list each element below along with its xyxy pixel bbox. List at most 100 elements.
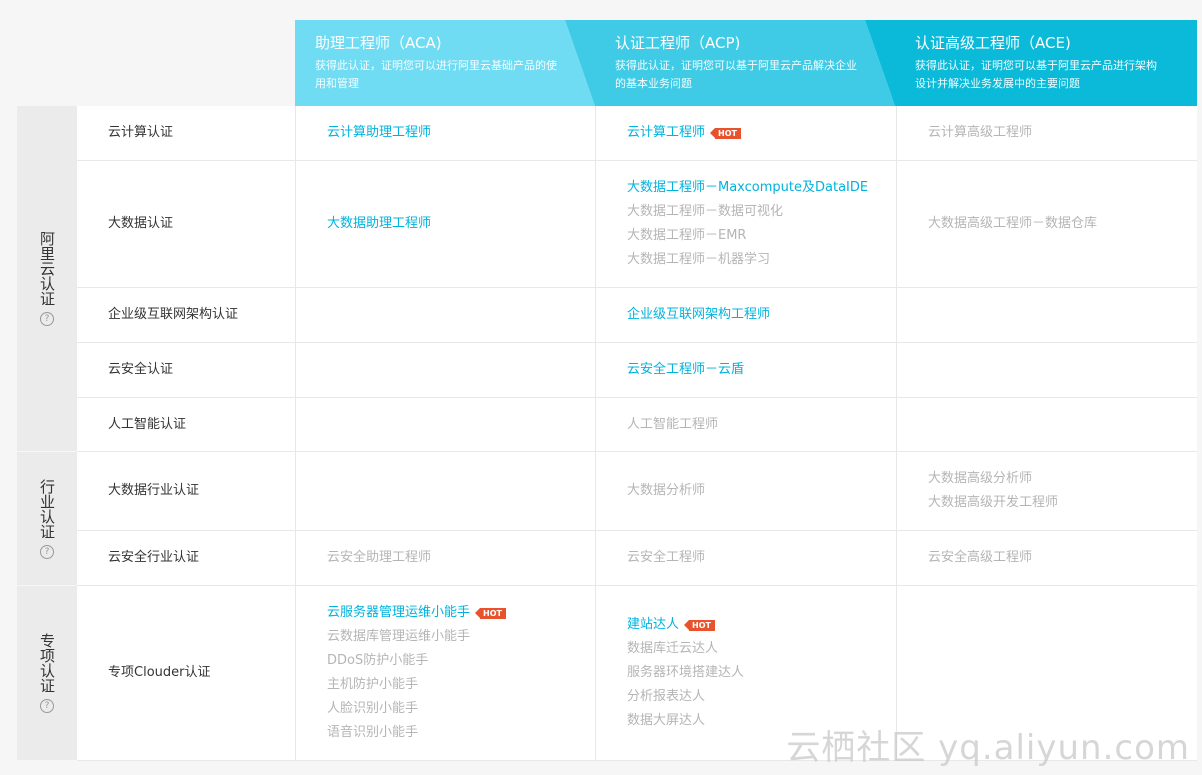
- cert-label-disabled: 大数据高级开发工程师: [928, 495, 1059, 510]
- hot-badge: HOT: [475, 607, 506, 619]
- cell-acp: 大数据分析师: [596, 452, 897, 530]
- cert-item: 云安全高级工程师: [928, 546, 1197, 570]
- cert-item[interactable]: 云服务器管理运维小能手 HOT: [327, 601, 595, 625]
- cell-ace: [897, 398, 1197, 451]
- cert-label-disabled: 云计算高级工程师: [928, 125, 1033, 140]
- cert-item[interactable]: 建站达人 HOT: [627, 613, 896, 637]
- level-header: 助理工程师（ACA) 获得此认证，证明您可以进行阿里云基础产品的使用和管理 认证…: [295, 20, 1197, 106]
- help-icon[interactable]: ?: [40, 699, 54, 713]
- cert-label-disabled: 大数据分析师: [627, 483, 706, 498]
- cert-label-disabled: 大数据高级分析师: [928, 471, 1033, 486]
- cert-item: 大数据工程师－机器学习: [627, 248, 896, 272]
- cert-link[interactable]: 云安全工程师－云盾: [627, 358, 744, 382]
- level-acp-desc: 获得此认证，证明您可以基于阿里云产品解决企业的基本业务问题: [615, 59, 857, 90]
- cell-ace: 大数据高级工程师－数据仓库: [897, 161, 1197, 287]
- cert-item[interactable]: 大数据助理工程师: [327, 212, 595, 236]
- cert-item: 数据库迁云达人: [627, 637, 896, 661]
- cell-aca: 大数据助理工程师: [296, 161, 596, 287]
- cert-item[interactable]: 企业级互联网架构工程师: [627, 303, 896, 327]
- cert-link[interactable]: 云计算助理工程师: [327, 121, 431, 145]
- cell-acp: 云安全工程师－云盾: [596, 343, 897, 397]
- cert-item[interactable]: 云计算助理工程师: [327, 121, 595, 145]
- cert-item: 大数据工程师－数据可视化: [627, 200, 896, 224]
- cell-aca: [296, 398, 596, 451]
- cell-ace: [897, 343, 1197, 397]
- level-ace-title: 认证高级工程师（ACE): [915, 34, 1071, 52]
- cert-label-disabled: 语音识别小能手: [327, 725, 419, 740]
- hot-badge: HOT: [710, 127, 741, 139]
- row-category-name: 云安全认证: [77, 343, 296, 397]
- level-acp-header[interactable]: 认证工程师（ACP) 获得此认证，证明您可以基于阿里云产品解决企业的基本业务问题: [565, 20, 895, 106]
- cert-label-disabled: 云安全助理工程师: [327, 550, 432, 565]
- row-category-name: 大数据认证: [77, 161, 296, 287]
- cert-item: 大数据高级工程师－数据仓库: [928, 212, 1197, 236]
- group-label: 阿里云认证: [38, 231, 56, 306]
- cert-label-disabled: 云安全工程师: [627, 550, 706, 565]
- cert-item: 人脸识别小能手: [327, 697, 595, 721]
- group-industry: 行业认证 ?: [17, 452, 77, 586]
- row-category-name: 云安全行业认证: [77, 531, 296, 585]
- cert-link[interactable]: 大数据工程师－Maxcompute及DataIDE: [627, 176, 868, 200]
- cert-link[interactable]: 云计算工程师: [627, 121, 705, 145]
- cell-aca: [296, 288, 596, 342]
- cert-label-disabled: 数据大屏达人: [627, 713, 706, 728]
- cell-acp: 大数据工程师－Maxcompute及DataIDE 大数据工程师－数据可视化 大数据…: [596, 161, 897, 287]
- help-icon[interactable]: ?: [40, 544, 54, 559]
- cell-aca: [296, 343, 596, 397]
- cert-item[interactable]: 云安全工程师－云盾: [627, 358, 896, 382]
- certification-page: 助理工程师（ACA) 获得此认证，证明您可以进行阿里云基础产品的使用和管理 认证…: [0, 0, 1202, 775]
- cert-label-disabled: 大数据工程师－EMR: [627, 228, 747, 243]
- row-category-name: 专项Clouder认证: [77, 586, 296, 760]
- level-ace-desc: 获得此认证，证明您可以基于阿里云产品进行架构设计并解决业务发展中的主要问题: [915, 59, 1157, 90]
- table-row: 大数据认证 大数据助理工程师 大数据工程师－Maxcompute及DataIDE 大数…: [77, 161, 1197, 288]
- cert-label-disabled: 大数据工程师－机器学习: [627, 252, 771, 267]
- cell-aca: [296, 452, 596, 530]
- cert-link[interactable]: 大数据助理工程师: [327, 212, 431, 236]
- group-aliyun: 阿里云认证 ?: [17, 106, 77, 452]
- cert-item[interactable]: 云计算工程师 HOT: [627, 121, 896, 145]
- row-category-name: 大数据行业认证: [77, 452, 296, 530]
- cert-label-disabled: 云安全高级工程师: [928, 550, 1033, 565]
- cert-item: 人工智能工程师: [627, 413, 896, 437]
- cell-ace: 云计算高级工程师: [897, 106, 1197, 160]
- row-category-name: 人工智能认证: [77, 398, 296, 451]
- table-row: 人工智能认证 人工智能工程师: [77, 398, 1197, 452]
- level-ace-header[interactable]: 认证高级工程师（ACE) 获得此认证，证明您可以基于阿里云产品进行架构设计并解决…: [865, 20, 1197, 106]
- cell-ace: 云安全高级工程师: [897, 531, 1197, 585]
- table-row: 云安全认证 云安全工程师－云盾: [77, 343, 1197, 398]
- cert-label-disabled: 人工智能工程师: [627, 416, 719, 432]
- group-label: 行业认证: [38, 478, 56, 539]
- cert-label-disabled: 数据库迁云达人: [627, 641, 719, 656]
- cert-item[interactable]: 大数据工程师－Maxcompute及DataIDE: [627, 176, 896, 200]
- cell-acp: 企业级互联网架构工程师: [596, 288, 897, 342]
- group-special: 专项认证 ?: [17, 586, 77, 761]
- cert-link[interactable]: 企业级互联网架构工程师: [627, 303, 770, 327]
- cert-item: 大数据高级开发工程师: [928, 491, 1197, 515]
- cert-item: 大数据高级分析师: [928, 467, 1197, 491]
- cert-link[interactable]: 建站达人: [627, 613, 679, 637]
- cert-item: 大数据工程师－EMR: [627, 224, 896, 248]
- cert-label-disabled: 人脸识别小能手: [327, 701, 419, 716]
- cert-label-disabled: 云数据库管理运维小能手: [327, 629, 471, 644]
- level-acp-title: 认证工程师（ACP): [615, 34, 741, 52]
- hot-badge: HOT: [684, 619, 715, 631]
- row-category-name: 企业级互联网架构认证: [77, 288, 296, 342]
- cert-item: 云安全工程师: [627, 546, 896, 570]
- cell-acp: 人工智能工程师: [596, 398, 897, 451]
- cert-link[interactable]: 云服务器管理运维小能手: [327, 601, 470, 625]
- cert-label-disabled: 分析报表达人: [627, 689, 706, 704]
- cert-label-disabled: 大数据工程师－数据可视化: [627, 204, 784, 219]
- cell-acp: 云计算工程师 HOT: [596, 106, 897, 160]
- level-aca-desc: 获得此认证，证明您可以进行阿里云基础产品的使用和管理: [315, 59, 557, 90]
- cert-label-disabled: 大数据高级工程师－数据仓库: [928, 216, 1098, 231]
- cert-label-disabled: 服务器环境搭建达人: [627, 665, 745, 680]
- table-row: 企业级互联网架构认证 企业级互联网架构工程师: [77, 288, 1197, 343]
- watermark: 云栖社区 yq.aliyun.com: [786, 728, 1190, 768]
- table-row: 云计算认证 云计算助理工程师 云计算工程师 HOT 云计算高级工程师: [77, 106, 1197, 161]
- cert-item: 云计算高级工程师: [928, 121, 1197, 145]
- help-icon[interactable]: ?: [40, 312, 54, 326]
- cert-item: 大数据分析师: [627, 479, 896, 503]
- cell-aca: 云计算助理工程师: [296, 106, 596, 160]
- cert-item: 云数据库管理运维小能手: [327, 625, 595, 649]
- cell-ace: 大数据高级分析师大数据高级开发工程师: [897, 452, 1197, 530]
